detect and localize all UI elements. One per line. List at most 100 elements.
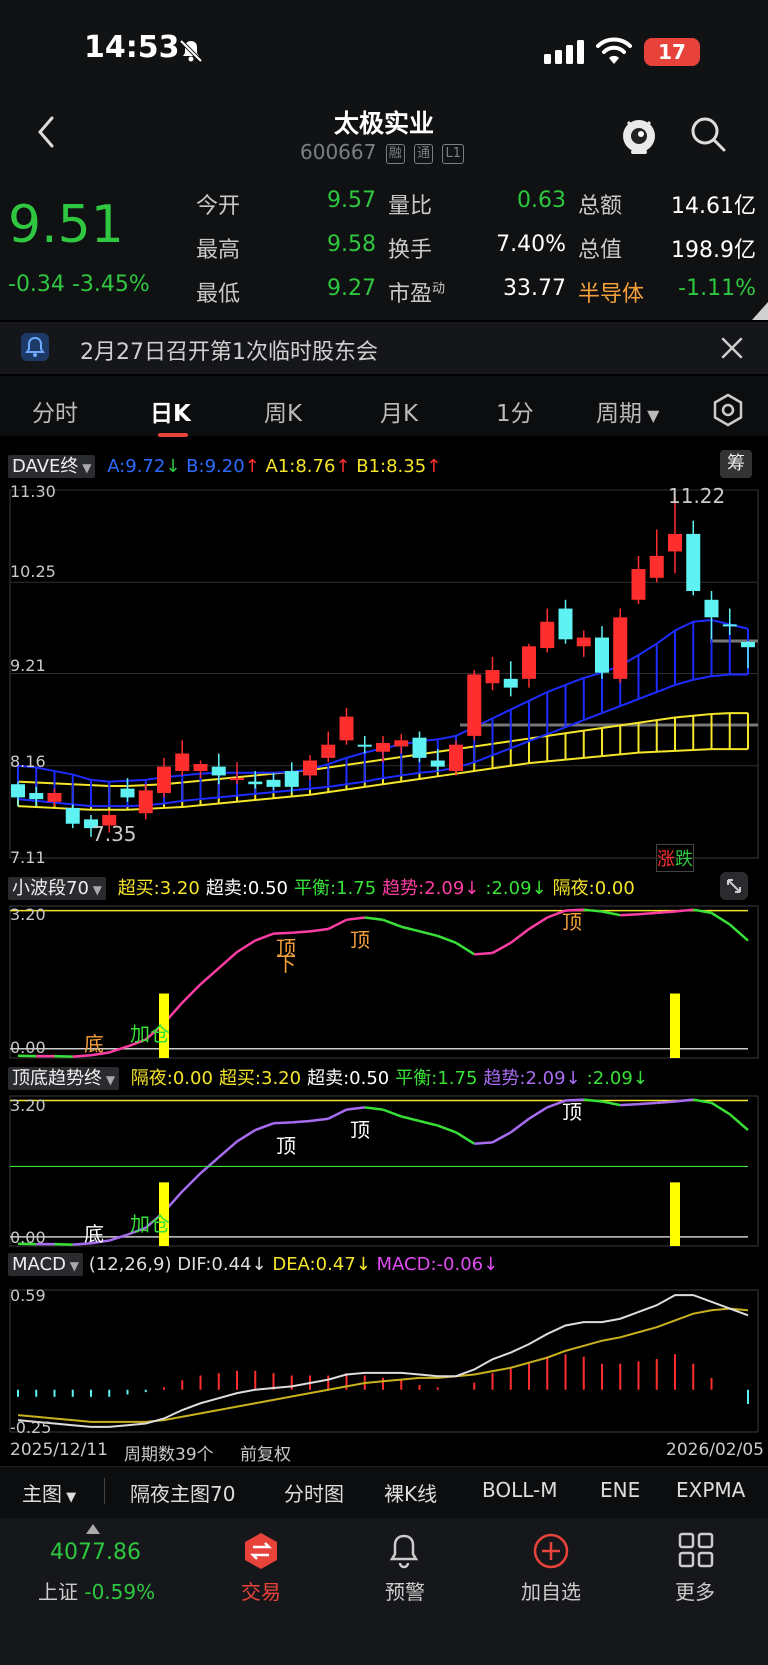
trend-segment (217, 1140, 238, 1159)
expand-icon[interactable] (720, 872, 748, 900)
candle-body (741, 641, 755, 648)
tool-boll-m[interactable]: BOLL-M (482, 1478, 558, 1502)
notice-text[interactable]: 2月27日召开第1次临时股东会 (80, 334, 378, 366)
wave_panel-item: 趋势:2.09↓ (382, 878, 480, 899)
macd-params: (12,26,9) (88, 1254, 172, 1275)
quote-value: 198.9亿 (671, 238, 756, 263)
battery-indicator: 17 (644, 38, 700, 66)
main-indicator-row: DAVE终 ▼ A:9.72↓ B:9.20↑ A1:8.76↑ B1:8.35… (8, 452, 441, 478)
candle-body (65, 807, 80, 824)
candle-body (29, 793, 44, 800)
nav-alert[interactable]: 预警 (360, 1576, 450, 1605)
notification-bell-icon (21, 333, 49, 361)
candle-body (430, 760, 445, 767)
wave-segment (346, 916, 365, 922)
search-icon[interactable] (688, 114, 728, 154)
value-b1-text: B1:8.35 (356, 456, 427, 477)
nav-trade[interactable]: 交易 (216, 1576, 306, 1605)
wave-segment (291, 930, 311, 934)
nav-more[interactable]: 更多 (650, 1576, 740, 1605)
tab-period[interactable]: 周期 ▼ (596, 394, 659, 428)
trend-segment (291, 1119, 311, 1124)
tab-weekly-k[interactable]: 周K (264, 394, 302, 428)
candle-body (175, 753, 190, 772)
trend_panel-item: :2.09↓ (586, 1068, 648, 1089)
settings-icon[interactable] (710, 392, 746, 428)
alert-bell-icon[interactable] (386, 1532, 422, 1570)
nav-add-watchlist[interactable]: 加自选 (506, 1576, 596, 1605)
wave-mark-top-2: 顶 (562, 910, 582, 934)
date-start: 2025/12/11 (10, 1440, 108, 1460)
tab-1min[interactable]: 1分 (496, 394, 534, 428)
trend-segment (327, 1108, 348, 1120)
tool-expma[interactable]: EXPMA (676, 1478, 745, 1502)
chip-distribution-button[interactable]: 筹 (720, 450, 752, 478)
trend-segment (656, 1100, 676, 1105)
trend-mark-top-1: 顶 (350, 1118, 370, 1142)
tab-monthly-k[interactable]: 月K (380, 394, 418, 428)
trend_panel-item: 趋势:2.09↓ (483, 1068, 581, 1089)
quote-value: 7.40% (496, 232, 566, 257)
tool-overnight-main[interactable]: 隔夜主图70 (130, 1478, 235, 1507)
wave-segment (455, 941, 475, 956)
trend_panel-item: 平衡:1.75 (395, 1068, 478, 1089)
wave-segment (309, 927, 329, 933)
index-value[interactable]: 4077.86 (50, 1540, 141, 1565)
macd-indicator-select[interactable]: MACD ▼ (8, 1253, 84, 1276)
quote-label: 今开 (196, 188, 240, 220)
mascot-icon[interactable] (618, 112, 660, 156)
more-grid-icon[interactable] (678, 1532, 714, 1568)
value-a: A:9.72↓ (107, 456, 181, 477)
quote-label-text: 今开 (196, 194, 241, 219)
chevron-down-icon: ▼ (102, 1073, 116, 1087)
margin-tag: 融 (385, 144, 405, 164)
tab-intraday[interactable]: 分时 (32, 394, 78, 428)
index-summary[interactable]: 上证 -0.59% (38, 1576, 155, 1605)
candle-body (266, 779, 281, 787)
quote-label-text: 量比 (388, 194, 433, 219)
adjust-mode[interactable]: 前复权 (240, 1440, 291, 1465)
tab-daily-k[interactable]: 日K (150, 394, 191, 428)
add-watchlist-icon[interactable] (532, 1532, 570, 1570)
trend-segment (419, 1119, 439, 1127)
tool-intraday-chart[interactable]: 分时图 (284, 1478, 344, 1507)
trend-segment (364, 1106, 384, 1111)
main-indicator-select[interactable]: DAVE终 ▼ (8, 455, 96, 478)
macd-y-top: 0.59 (10, 1286, 46, 1305)
tool-naked-k[interactable]: 裸K线 (384, 1478, 437, 1507)
main-chart-select[interactable]: 主图 ▼ (22, 1478, 76, 1507)
quote-label-text: 市盈 (388, 282, 433, 307)
wave-indicator-select[interactable]: 小波段70 ▼ (8, 877, 106, 900)
trend-segment (710, 1101, 731, 1116)
wave-segment (382, 918, 402, 928)
wave-segment (400, 925, 420, 933)
candle-body (120, 788, 135, 798)
candle-body (303, 760, 317, 776)
stock-code: 600667 (300, 140, 377, 164)
trend-segment (254, 1122, 274, 1132)
wave-segment (327, 918, 348, 931)
tool-ene[interactable]: ENE (600, 1478, 640, 1502)
chevron-down-icon: ▼ (62, 1490, 77, 1505)
up-down-badge[interactable]: 涨跌 (656, 844, 694, 872)
trend-indicator-select[interactable]: 顶底趋势终 ▼ (8, 1067, 120, 1090)
wave-y-bottom: 0.00 (10, 1038, 46, 1057)
wave-frame (9, 905, 759, 1059)
quote-label: 量比 (388, 188, 432, 220)
close-icon[interactable] (720, 336, 744, 360)
trend-mark-top-down: 顶 (276, 1134, 296, 1158)
wifi-icon (596, 37, 632, 64)
value-b: B:9.20↑ (186, 456, 260, 477)
date-end: 2026/02/05 (666, 1440, 764, 1460)
caret-up-icon (86, 1524, 100, 1534)
connect-tag: 通 (414, 144, 434, 164)
wave-segment (620, 913, 639, 917)
y-label-4: 8.16 (10, 752, 46, 771)
quote-label-text: 最高 (196, 238, 241, 263)
quote-label-text: 最低 (196, 282, 241, 307)
chevron-down-icon: ▼ (88, 883, 102, 897)
wave-segment (728, 923, 749, 942)
index-name: 上证 (38, 1580, 78, 1604)
trade-icon[interactable] (242, 1532, 280, 1570)
kline-chart-area[interactable] (0, 440, 768, 1465)
